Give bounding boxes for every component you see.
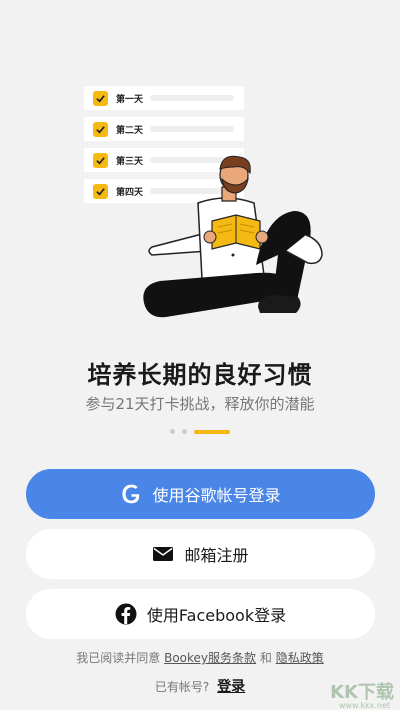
facebook-login-button[interactable]: 使用Facebook登录	[26, 589, 375, 639]
privacy-policy-link[interactable]: 隐私政策	[276, 651, 324, 665]
terms-joiner: 和	[256, 651, 276, 665]
service-terms-link[interactable]: Bookey服务条款	[164, 651, 256, 665]
mail-icon	[152, 546, 174, 562]
habit-illustration: 第一天 第二天 第三天 第四天	[0, 0, 400, 340]
terms-prefix: 我已阅读并同意	[76, 651, 165, 665]
checklist-day-label: 第二天	[116, 125, 144, 136]
email-register-button[interactable]: 邮箱注册	[26, 529, 375, 579]
email-register-label: 邮箱注册	[184, 546, 249, 565]
page-subtitle: 参与21天打卡挑战，释放你的潜能	[85, 395, 315, 413]
placeholder-line	[150, 95, 234, 101]
page-title: 培养长期的良好习惯	[87, 361, 313, 389]
reading-person-illustration	[143, 155, 323, 318]
facebook-icon	[115, 603, 137, 625]
checklist-day-label: 第一天	[116, 94, 144, 105]
google-login-button[interactable]: 使用谷歌帐号登录	[26, 469, 375, 519]
pager-dot-active[interactable]	[194, 429, 230, 434]
google-icon	[120, 483, 142, 505]
watermark-url: www.kkx.net	[338, 701, 390, 710]
checkbox-checked-icon	[93, 121, 108, 137]
onboarding-screen: 第一天 第二天 第三天 第四天 培养长期的良好习惯 参与21天打卡挑战，释放你的…	[0, 0, 400, 710]
existing-account-prompt: 已有帐号?	[154, 680, 210, 694]
checkbox-checked-icon	[93, 152, 108, 168]
placeholder-line	[150, 126, 234, 132]
pager-dot[interactable]	[170, 429, 175, 434]
pager-dot[interactable]	[182, 429, 187, 434]
terms-notice: 我已阅读并同意 Bookey服务条款 和 隐私政策	[0, 649, 400, 666]
checklist-item: 第二天	[84, 117, 244, 141]
pager-indicator	[0, 429, 400, 434]
google-login-label: 使用谷歌帐号登录	[152, 486, 281, 505]
checkbox-checked-icon	[93, 90, 108, 106]
facebook-login-label: 使用Facebook登录	[146, 606, 287, 625]
checklist-item: 第一天	[84, 86, 244, 110]
login-link[interactable]: 登录	[217, 679, 245, 695]
checkbox-checked-icon	[93, 183, 108, 199]
